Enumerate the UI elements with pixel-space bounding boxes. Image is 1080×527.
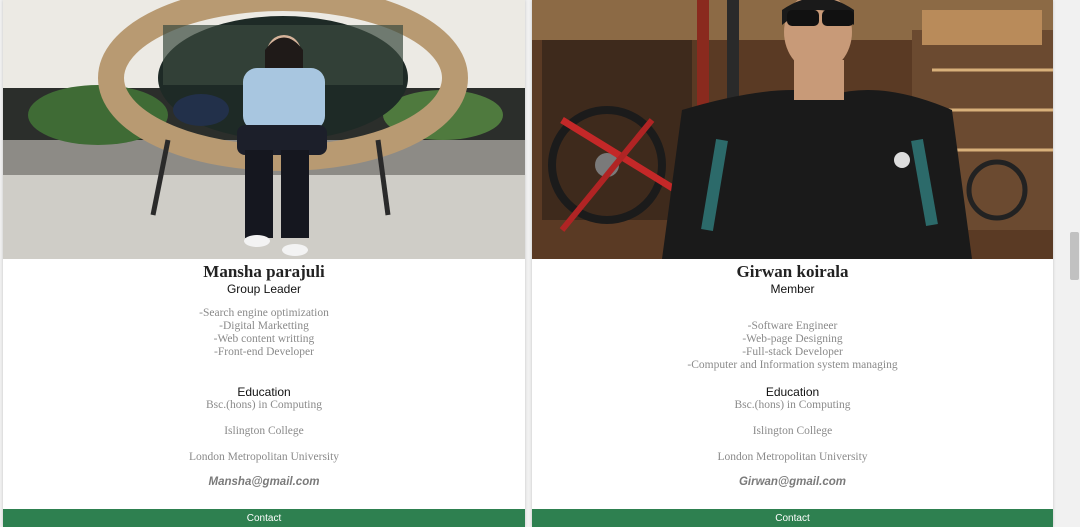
university-text: London Metropolitan University	[717, 451, 868, 463]
profile-photo	[3, 0, 525, 259]
contact-button[interactable]: Contact	[532, 509, 1053, 527]
profile-card-mansha: Mansha parajuli Group Leader -Search eng…	[3, 0, 525, 527]
member-role: Group Leader	[226, 282, 302, 296]
education-heading: Education	[237, 385, 291, 399]
contact-button[interactable]: Contact	[3, 509, 525, 527]
education-heading: Education	[765, 385, 820, 399]
skill-item: -Computer and Information system managin…	[687, 359, 898, 371]
skill-item: -Front-end Developer	[214, 346, 314, 358]
skills-list: -Software Engineer -Web-page Designing -…	[532, 320, 1053, 372]
skill-item: -Web-page Designing	[742, 333, 843, 345]
member-name: Mansha parajuli	[203, 262, 325, 281]
skill-item: -Full-stack Developer	[742, 346, 843, 358]
skill-item: -Digital Marketting	[219, 320, 309, 332]
member-role: Member	[770, 282, 815, 296]
degree-text: Bsc.(hons) in Computing	[206, 399, 322, 411]
skills-list: -Search engine optimization -Digital Mar…	[3, 307, 525, 359]
university-text: London Metropolitan University	[188, 451, 340, 463]
member-name: Girwan koirala	[736, 262, 849, 281]
degree-text: Bsc.(hons) in Computing	[734, 399, 851, 411]
college-text: Islington College	[752, 425, 833, 437]
scrollbar-thumb[interactable]	[1070, 232, 1079, 280]
skill-item: -Software Engineer	[747, 320, 838, 332]
college-text: Islington College	[224, 425, 304, 437]
skill-item: -Search engine optimization	[199, 307, 329, 319]
email-link[interactable]: Mansha@gmail.com	[3, 476, 525, 488]
profile-photo	[532, 0, 1053, 259]
skill-item: -Web content writting	[213, 333, 315, 345]
profile-card-girwan: Girwan koirala Member -Software Engineer…	[532, 0, 1053, 527]
email-link[interactable]: Girwan@gmail.com	[532, 476, 1053, 488]
